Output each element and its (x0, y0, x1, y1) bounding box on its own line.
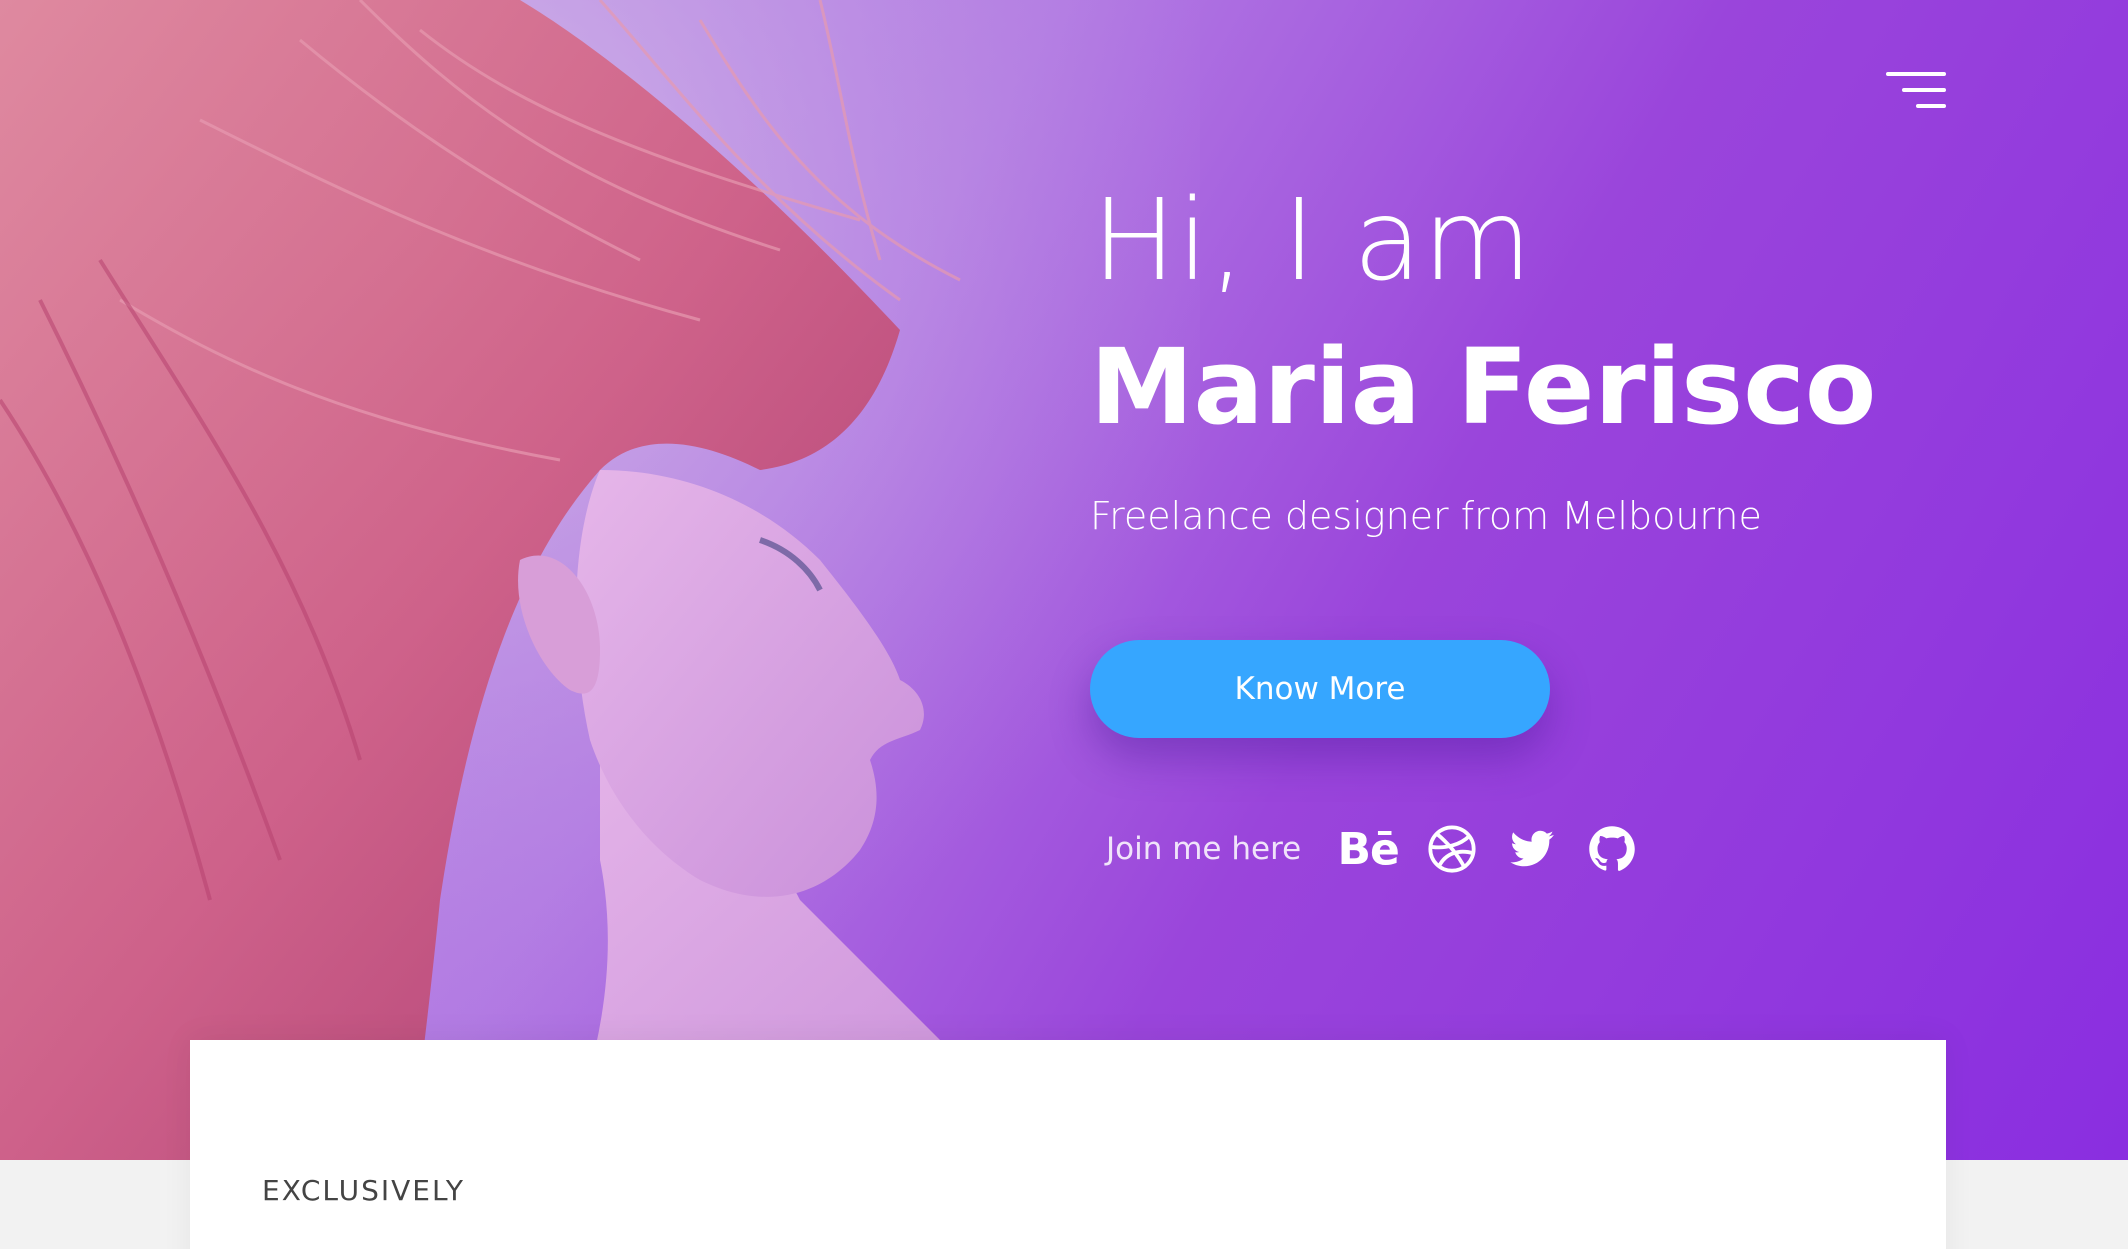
hero-name: Maria Ferisco (1090, 326, 1877, 448)
twitter-icon[interactable] (1503, 820, 1561, 878)
hero-tagline: Freelance designer from Melbourne (1090, 494, 1762, 538)
menu-bar (1916, 104, 1946, 108)
social-label: Join me here (1106, 831, 1302, 867)
github-icon[interactable] (1583, 820, 1641, 878)
hero-greeting: Hi, I am (1092, 176, 1533, 306)
menu-bar (1902, 88, 1946, 92)
social-links: Join me here Bē (1106, 820, 1641, 878)
content-card: EXCLUSIVELY (190, 1040, 1946, 1249)
hero-section: Hi, I am Maria Ferisco Freelance designe… (0, 0, 2128, 1160)
menu-bar (1886, 72, 1946, 76)
section-eyebrow: EXCLUSIVELY (262, 1174, 465, 1207)
behance-icon[interactable]: Bē (1335, 820, 1401, 878)
menu-toggle-button[interactable] (1884, 70, 1946, 116)
dribbble-icon[interactable] (1423, 820, 1481, 878)
know-more-button[interactable]: Know More (1090, 640, 1550, 738)
hero-photo (0, 0, 1200, 1160)
